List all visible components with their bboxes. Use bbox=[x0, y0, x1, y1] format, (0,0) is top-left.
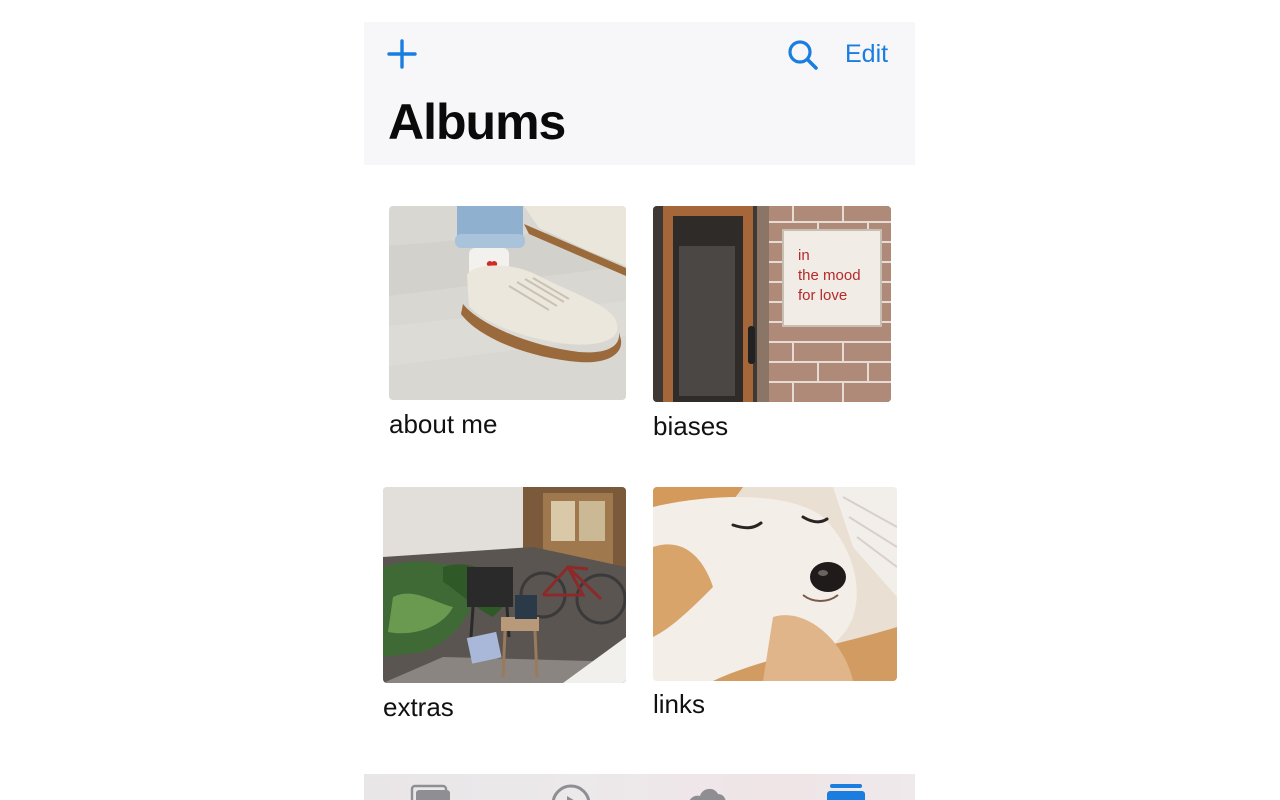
bicycle-garden-photo bbox=[383, 487, 626, 683]
album-name: about me bbox=[389, 409, 498, 439]
album-biases[interactable]: in the mood for love biases bbox=[653, 206, 891, 446]
tab-shared[interactable] bbox=[682, 780, 730, 800]
albums-screen: Edit Albums about me in the mood for lov… bbox=[364, 22, 915, 800]
sign-text-line-3: for love bbox=[798, 287, 847, 304]
page-title: Albums bbox=[388, 94, 566, 150]
tab-photos[interactable] bbox=[408, 780, 456, 800]
sign-text-line-2: the mood bbox=[798, 267, 861, 284]
album-thumbnail bbox=[383, 487, 626, 683]
for-you-tab-icon bbox=[551, 784, 591, 800]
album-name: biases bbox=[653, 411, 729, 441]
tab-for-you[interactable] bbox=[547, 780, 595, 800]
navigation-header: Edit Albums bbox=[364, 22, 915, 165]
album-thumbnail bbox=[653, 487, 897, 681]
album-thumbnail bbox=[389, 206, 626, 400]
sneaker-photo bbox=[389, 206, 626, 400]
album-about-me[interactable]: about me bbox=[389, 206, 626, 446]
album-links[interactable]: links bbox=[653, 487, 897, 730]
album-name: links bbox=[653, 689, 706, 719]
tab-bar bbox=[364, 774, 915, 800]
album-thumbnail: in the mood for love bbox=[653, 206, 891, 402]
albums-tab-icon bbox=[827, 784, 865, 800]
edit-button[interactable]: Edit bbox=[845, 39, 888, 69]
shared-tab-icon bbox=[689, 789, 726, 800]
search-button[interactable] bbox=[786, 38, 820, 72]
shiba-dog-photo bbox=[653, 487, 897, 681]
album-name: extras bbox=[383, 692, 454, 722]
search-icon bbox=[788, 40, 818, 70]
photos-tab-icon bbox=[410, 784, 450, 800]
plus-icon bbox=[387, 39, 417, 69]
door-with-sign-photo: in the mood for love bbox=[653, 206, 891, 402]
add-album-button[interactable] bbox=[386, 38, 418, 70]
album-extras[interactable]: extras bbox=[383, 487, 626, 730]
tab-albums[interactable] bbox=[822, 780, 870, 800]
sign-text-line-1: in bbox=[798, 247, 810, 264]
